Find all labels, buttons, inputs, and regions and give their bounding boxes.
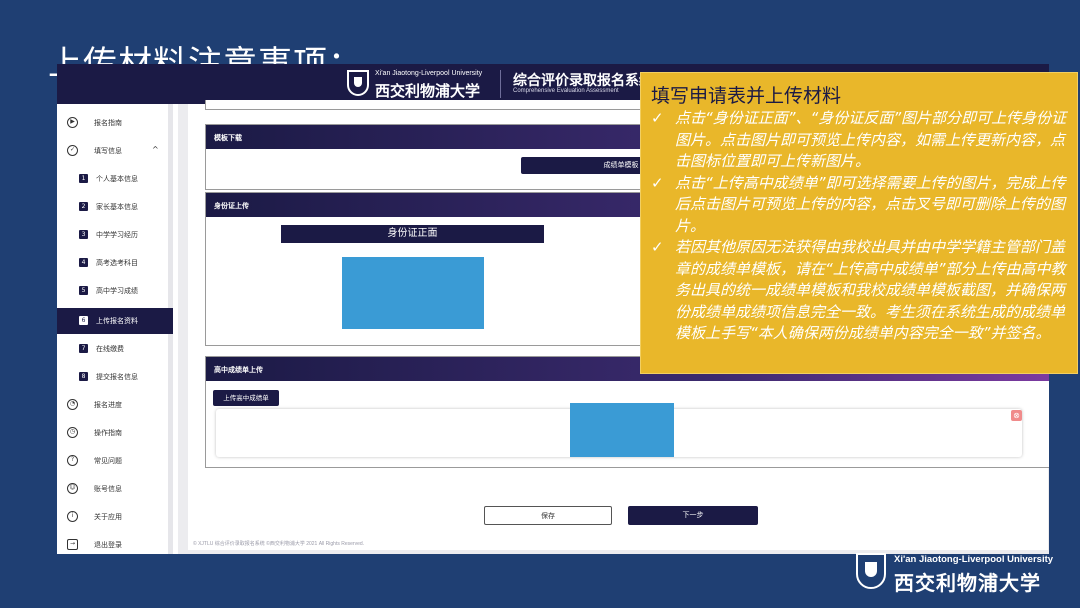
sidebar-item-upload[interactable]: 6 上传报名资料 [57, 308, 173, 334]
play-circle-icon: ▶ [67, 117, 78, 128]
logo-english-name: Xi'an Jiaotong-Liverpool University [894, 554, 1054, 565]
note-item-text: 若因其他原因无法获得由我校出具并由中学学籍主管部门盖章的成绩单模板，请在“上传高… [675, 238, 1066, 342]
logo-chinese-name: 西交利物浦大学 [894, 571, 1041, 595]
save-button[interactable]: 保存 [484, 506, 612, 525]
sidebar-item-label: 报名指南 [94, 119, 122, 127]
upload-transcript-button[interactable]: 上传高中成绩单 [213, 390, 279, 406]
next-step-button[interactable]: 下一步 [628, 506, 758, 525]
crest-icon [347, 70, 369, 96]
sidebar-item-manual[interactable]: ◷ 操作指南 [57, 420, 173, 446]
sidebar-item-label: 退出登录 [94, 541, 122, 549]
clock-icon: ◷ [67, 427, 78, 438]
note-item: ✓ 点击“上传高中成绩单”即可选择需要上传的图片，完成上传后点击图片可预览上传的… [651, 173, 1071, 238]
system-subtitle: Comprehensive Evaluation Assessment [513, 88, 619, 94]
step-number: 7 [79, 344, 88, 353]
sidebar-item-label: 中学学习经历 [96, 231, 138, 239]
university-logo[interactable]: Xi'an Jiaotong-Liverpool University 西交利物… [347, 68, 497, 100]
sidebar-item-label: 操作指南 [94, 429, 122, 437]
sidebar-item-exam-subjects[interactable]: 4 高考选考科目 [57, 250, 173, 276]
step-number: 3 [79, 230, 88, 239]
logo-chinese-name: 西交利物浦大学 [375, 82, 481, 100]
sidebar-item-parents[interactable]: 2 家长基本信息 [57, 194, 173, 220]
header-divider [500, 70, 501, 98]
sidebar-item-label: 个人基本信息 [96, 175, 138, 183]
sidebar-item-about[interactable]: i 关于应用 [57, 504, 173, 530]
note-item-text: 点击“上传高中成绩单”即可选择需要上传的图片，完成上传后点击图片可预览上传的内容… [675, 173, 1066, 235]
sidebar-item-label: 高考选考科目 [96, 259, 138, 267]
note-list: ✓ 点击“身份证正面”、“身份证反面”图片部分即可上传身份证图片。点击图片即可预… [651, 108, 1071, 345]
sidebar-item-label: 报名进度 [94, 401, 122, 409]
sidebar-item-fill-info[interactable]: ✓ 填写信息 ^ [57, 138, 173, 164]
sidebar-item-label: 常见问题 [94, 457, 122, 465]
sidebar-item-label: 提交报名信息 [96, 373, 138, 381]
copyright-text: © XJTLU 综合评价录取报名系统 ©西交利物浦大学 2021 All Rig… [193, 541, 365, 547]
step-number: 8 [79, 372, 88, 381]
sidebar-item-label: 上传报名资料 [96, 317, 138, 325]
step-number: 6 [79, 316, 88, 325]
sidebar-item-label: 账号信息 [94, 485, 122, 493]
sidebar-item-logout[interactable]: → 退出登录 [57, 532, 173, 554]
sidebar-item-label: 关于应用 [94, 513, 122, 521]
sidebar-item-label: 填写信息 [94, 147, 122, 155]
sidebar: ▶ 报名指南 ✓ 填写信息 ^ 1 个人基本信息 2 家长基本信息 3 中学学习… [57, 104, 173, 554]
chevron-up-icon: ^ [152, 145, 159, 154]
sidebar-item-progress[interactable]: ◔ 报名进度 [57, 392, 173, 418]
idcard-front-label: 身份证正面 [281, 225, 544, 243]
footer-university-logo: Xi'an Jiaotong-Liverpool University 西交利物… [856, 551, 1066, 595]
idcard-front-image[interactable] [342, 257, 484, 329]
note-title: 填写申请表并上传材料 [651, 85, 842, 107]
check-icon: ✓ [651, 173, 664, 192]
system-title: 综合评价录取报名系统 [513, 73, 653, 89]
check-icon: ✓ [651, 238, 664, 256]
sidebar-item-label: 高中学习成绩 [96, 287, 138, 295]
sidebar-item-label: 家长基本信息 [96, 203, 138, 211]
crest-icon [856, 553, 886, 589]
check-icon: ✓ [651, 109, 664, 127]
sidebar-item-payment[interactable]: 7 在线缴费 [57, 336, 173, 362]
sidebar-item-personal[interactable]: 1 个人基本信息 [57, 166, 173, 192]
sidebar-item-faq[interactable]: ? 常见问题 [57, 448, 173, 474]
sidebar-item-account[interactable]: ☺ 账号信息 [57, 476, 173, 502]
sidebar-item-grades[interactable]: 5 高中学习成绩 [57, 278, 173, 304]
delete-icon[interactable]: ⊗ [1011, 410, 1022, 421]
user-icon: ☺ [67, 483, 78, 494]
note-item: ✓ 点击“身份证正面”、“身份证反面”图片部分即可上传身份证图片。点击图片即可预… [651, 108, 1071, 173]
note-item: ✓ 若因其他原因无法获得由我校出具并由中学学籍主管部门盖章的成绩单模板，请在“上… [651, 237, 1071, 345]
gauge-icon: ◔ [67, 399, 78, 410]
step-number: 2 [79, 202, 88, 211]
sidebar-item-school-history[interactable]: 3 中学学习经历 [57, 222, 173, 248]
step-number: 4 [79, 258, 88, 267]
logout-icon: → [67, 539, 78, 550]
instruction-note: 填写申请表并上传材料 ✓ 点击“身份证正面”、“身份证反面”图片部分即可上传身份… [640, 72, 1078, 374]
sidebar-item-label: 在线缴费 [96, 345, 124, 353]
sidebar-item-submit[interactable]: 8 提交报名信息 [57, 364, 173, 390]
transcript-image[interactable] [570, 403, 674, 457]
note-item-text: 点击“身份证正面”、“身份证反面”图片部分即可上传身份证图片。点击图片即可预览上… [675, 109, 1067, 170]
step-number: 1 [79, 174, 88, 183]
edit-circle-icon: ✓ [67, 145, 78, 156]
step-number: 5 [79, 286, 88, 295]
info-icon: i [67, 511, 78, 522]
logo-english-name: Xi'an Jiaotong-Liverpool University [375, 70, 483, 77]
question-icon: ? [67, 455, 78, 466]
sidebar-item-guide[interactable]: ▶ 报名指南 [57, 110, 173, 136]
